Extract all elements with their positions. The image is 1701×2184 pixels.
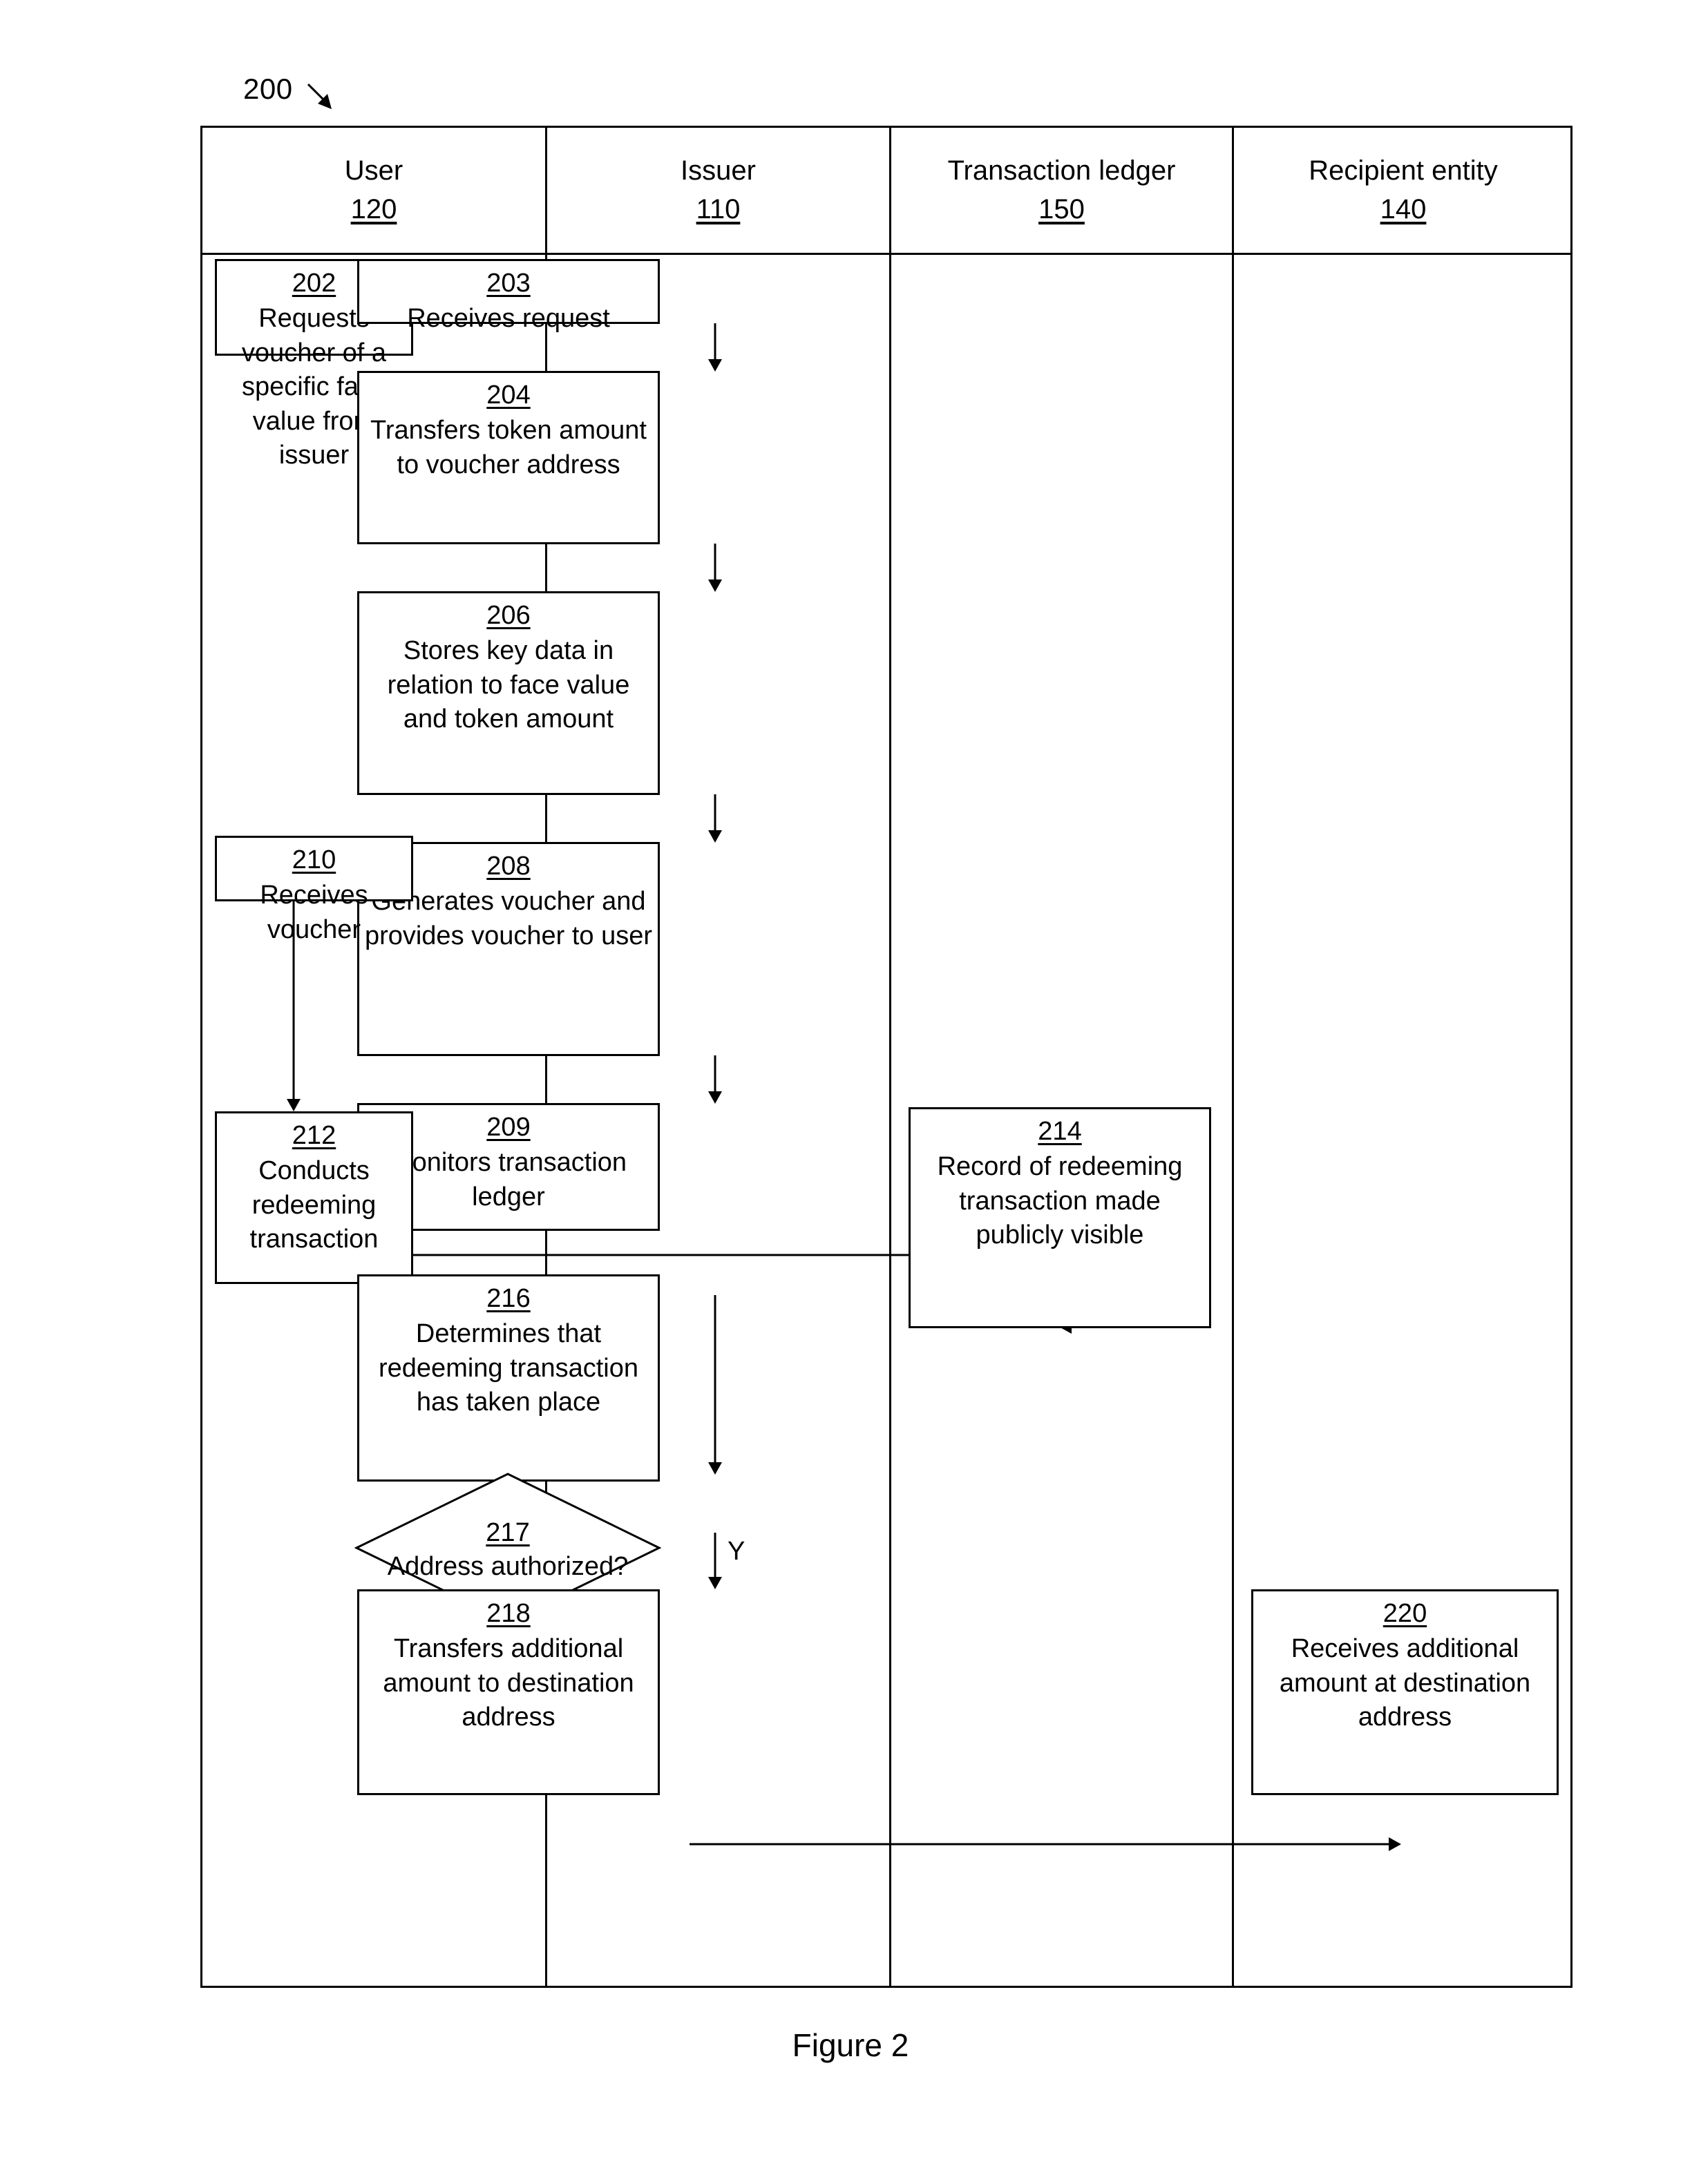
node-text-214: Record of redeeming transaction made pub… xyxy=(937,1152,1183,1250)
lane-divider-ledger-recipient xyxy=(1232,128,1234,1986)
connector-217-to-218 xyxy=(708,1533,722,1589)
lane-title-recipient-entity: Recipient entity xyxy=(1309,155,1498,186)
node-text-210: Receives voucher xyxy=(260,881,368,944)
node-number-212: 212 xyxy=(292,1121,336,1150)
lane-title-user: User xyxy=(344,155,403,186)
node-text-216: Determines that redeeming transaction ha… xyxy=(379,1319,638,1417)
figure-reference-numeral: 200 xyxy=(243,73,293,105)
node-text-212: Conducts redeeming transaction xyxy=(249,1156,379,1254)
node-number-204: 204 xyxy=(486,381,531,410)
lane-header-user: User 120 xyxy=(202,128,545,253)
process-node-214[interactable]: 214 Record of redeeming transaction made… xyxy=(909,1107,1211,1328)
node-text-220: Receives additional amount at destinatio… xyxy=(1279,1634,1531,1732)
node-text-206: Stores key data in relation to face valu… xyxy=(387,636,630,734)
figure-reference-arrow-icon xyxy=(307,83,332,109)
lane-title-transaction-ledger: Transaction ledger xyxy=(947,155,1176,186)
node-text-204: Transfers token amount to voucher addres… xyxy=(370,416,647,479)
node-text-203: Receives request xyxy=(407,304,610,334)
node-number-210: 210 xyxy=(292,845,336,874)
node-text-218: Transfers additional amount to destinati… xyxy=(383,1634,634,1732)
figure-caption: Figure 2 xyxy=(792,2027,909,2063)
node-number-203: 203 xyxy=(486,269,531,298)
node-number-202: 202 xyxy=(292,269,336,298)
lane-number-transaction-ledger: 150 xyxy=(1038,193,1085,224)
lane-header-separator xyxy=(202,253,1570,255)
lane-header-recipient-entity: Recipient entity 140 xyxy=(1234,128,1572,253)
connector-218-to-220 xyxy=(690,1837,1401,1851)
connector-216-to-217 xyxy=(708,1295,722,1475)
node-number-220: 220 xyxy=(1382,1599,1427,1628)
connector-203-to-204 xyxy=(708,323,722,372)
process-node-218[interactable]: 218 Transfers additional amount to desti… xyxy=(357,1589,660,1795)
process-node-203[interactable]: 203 Receives request xyxy=(357,259,660,333)
lane-number-recipient-entity: 140 xyxy=(1380,193,1427,224)
process-node-210[interactable]: 210 Receives voucher xyxy=(215,836,413,944)
lane-divider-issuer-ledger xyxy=(889,128,891,1986)
node-number-206: 206 xyxy=(486,601,531,630)
connector-204-to-206 xyxy=(708,544,722,592)
connector-208-to-209 xyxy=(708,1055,722,1104)
node-number-217: 217 xyxy=(486,1517,530,1547)
lane-header-transaction-ledger: Transaction ledger 150 xyxy=(891,128,1232,253)
lane-number-user: 120 xyxy=(350,193,397,224)
process-node-216[interactable]: 216 Determines that redeeming transactio… xyxy=(357,1274,660,1482)
branch-label-yes: Y xyxy=(728,1537,745,1566)
node-text-217: Address authorized? xyxy=(387,1552,629,1581)
process-node-204[interactable]: 204 Transfers token amount to voucher ad… xyxy=(357,371,660,544)
process-node-212[interactable]: 212 Conducts redeeming transaction xyxy=(215,1111,413,1284)
process-node-220[interactable]: 220 Receives additional amount at destin… xyxy=(1251,1589,1559,1795)
process-node-206[interactable]: 206 Stores key data in relation to face … xyxy=(357,591,660,795)
node-number-216: 216 xyxy=(486,1284,531,1313)
node-number-218: 218 xyxy=(486,1599,531,1628)
lane-number-issuer: 110 xyxy=(696,193,741,224)
node-number-208: 208 xyxy=(486,852,531,881)
connector-206-to-208 xyxy=(708,794,722,843)
lane-title-issuer: Issuer xyxy=(681,155,756,186)
node-number-209: 209 xyxy=(486,1113,531,1142)
node-number-214: 214 xyxy=(1038,1117,1082,1146)
lane-header-issuer: Issuer 110 xyxy=(547,128,889,253)
swimlane-diagram-frame: User 120 Issuer 110 Transaction ledger 1… xyxy=(200,126,1572,1988)
